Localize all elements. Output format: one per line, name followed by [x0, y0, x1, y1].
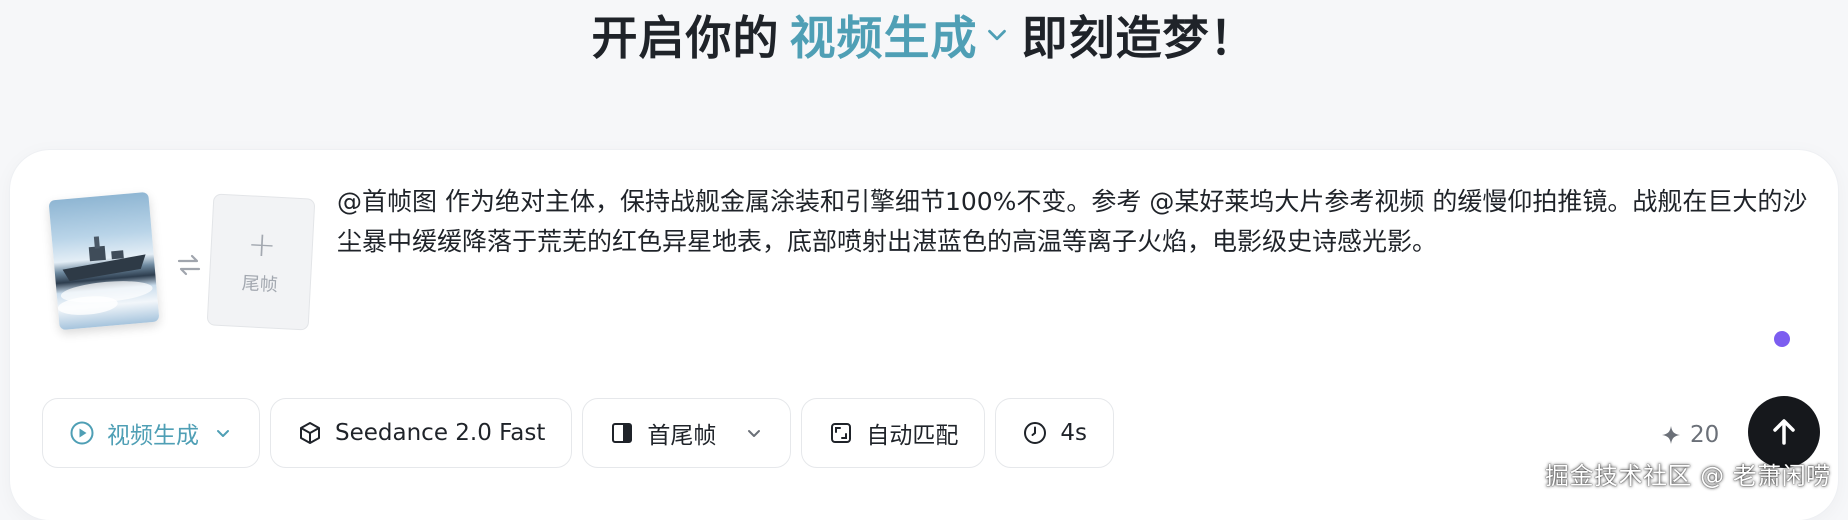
arrow-up-icon [1773, 419, 1795, 445]
battleship-image [57, 236, 153, 315]
mode-select-label: 视频生成 [107, 423, 199, 449]
headline-prefix: 开启你的 [591, 11, 780, 65]
last-frame-upload[interactable]: + 尾帧 [206, 193, 316, 331]
model-select-label: Seedance 2.0 Fast [335, 420, 546, 446]
chevron-down-icon [748, 430, 761, 437]
cube-icon [300, 422, 320, 444]
video-generate-icon [70, 421, 94, 445]
sparkle-icon [1662, 426, 1680, 444]
credits-value: 20 [1690, 422, 1720, 448]
aspect-ratio-label: 自动匹配 [866, 423, 959, 449]
last-frame-label: 尾帧 [241, 273, 279, 296]
duration-button[interactable]: 4s [995, 398, 1115, 468]
aspect-ratio-button[interactable]: 自动匹配 [801, 398, 986, 468]
plus-icon: + [246, 224, 278, 266]
headline-mode-label: 视频生成 [789, 11, 978, 65]
frame-mode-label: 首尾帧 [647, 423, 717, 449]
headline-mode-switch[interactable]: 视频生成 [790, 2, 1012, 68]
duration-label: 4s [1060, 420, 1088, 446]
chevron-down-icon [987, 29, 1006, 41]
chevron-down-icon [217, 430, 229, 437]
frame-layout-icon [612, 423, 633, 443]
first-frame-thumbnail[interactable] [48, 191, 160, 331]
headline-suffix: 即刻造梦！ [1021, 11, 1257, 65]
prompt-input[interactable]: @首帧图 作为绝对主体，保持战舰金属涂装和引擎细节100%不变。参考 @某好莱坞… [337, 182, 1817, 262]
frame-mode-select-button[interactable]: 首尾帧 [582, 398, 792, 468]
swap-frames-icon[interactable] [174, 250, 204, 280]
page-headline: 开启你的 视频生成 即刻造梦！ [0, 0, 1848, 70]
generation-toolbar: 视频生成 Seedance 2.0 Fast 首尾帧 自动匹配 4s [42, 398, 1115, 470]
model-select-button[interactable]: Seedance 2.0 Fast [270, 398, 573, 468]
aspect-ratio-icon [831, 423, 852, 443]
watermark: 掘金技术社区 @ 老萧闲唠 [1545, 462, 1831, 490]
mode-select-button[interactable]: 视频生成 [42, 398, 260, 468]
clock-icon [1024, 422, 1047, 444]
credits-cost: 20 [1660, 422, 1719, 448]
status-dot [1774, 331, 1790, 347]
